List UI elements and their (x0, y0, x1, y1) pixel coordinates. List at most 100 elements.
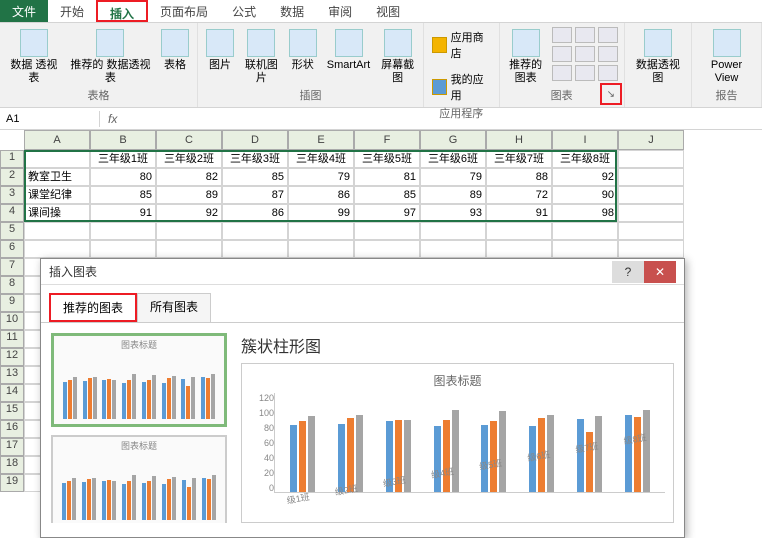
cell[interactable] (354, 222, 420, 240)
cell[interactable]: 82 (156, 168, 222, 186)
row-header[interactable]: 4 (0, 204, 24, 222)
radar-chart-icon[interactable] (598, 65, 618, 81)
cell[interactable]: 85 (90, 186, 156, 204)
row-header[interactable]: 14 (0, 384, 24, 402)
row-header[interactable]: 18 (0, 456, 24, 474)
combo-chart-icon[interactable] (575, 65, 595, 81)
row-header[interactable]: 17 (0, 438, 24, 456)
tab-home[interactable]: 开始 (48, 0, 96, 22)
cell[interactable] (24, 240, 90, 258)
cell[interactable] (618, 222, 684, 240)
name-box[interactable]: A1 (0, 111, 100, 127)
column-header[interactable]: B (90, 130, 156, 150)
cell[interactable] (420, 222, 486, 240)
cell[interactable]: 79 (288, 168, 354, 186)
cell[interactable]: 86 (288, 186, 354, 204)
tab-view[interactable]: 视图 (364, 0, 412, 22)
cell[interactable] (618, 204, 684, 222)
cell[interactable]: 91 (486, 204, 552, 222)
row-header[interactable]: 8 (0, 276, 24, 294)
table-button[interactable]: 表格 (159, 27, 191, 74)
row-header[interactable]: 15 (0, 402, 24, 420)
row-header[interactable]: 10 (0, 312, 24, 330)
cell[interactable]: 三年级6班 (420, 150, 486, 168)
cell[interactable]: 三年级7班 (486, 150, 552, 168)
cell[interactable]: 72 (486, 186, 552, 204)
cell[interactable] (618, 240, 684, 258)
cell[interactable]: 三年级2班 (156, 150, 222, 168)
fx-icon[interactable]: fx (100, 112, 125, 126)
tab-formula[interactable]: 公式 (220, 0, 268, 22)
cell[interactable] (90, 222, 156, 240)
line-chart-icon[interactable] (575, 27, 595, 43)
cell[interactable]: 79 (420, 168, 486, 186)
cell[interactable]: 课堂纪律 (24, 186, 90, 204)
cell[interactable]: 90 (552, 186, 618, 204)
column-header[interactable]: G (420, 130, 486, 150)
cell[interactable]: 85 (222, 168, 288, 186)
cell[interactable]: 86 (222, 204, 288, 222)
row-header[interactable]: 19 (0, 474, 24, 492)
tab-review[interactable]: 审阅 (316, 0, 364, 22)
cell[interactable] (618, 186, 684, 204)
cell[interactable]: 89 (156, 186, 222, 204)
cell[interactable] (156, 240, 222, 258)
cell[interactable] (222, 240, 288, 258)
cell[interactable] (552, 240, 618, 258)
cell[interactable]: 三年级1班 (90, 150, 156, 168)
pivot-table-button[interactable]: 数据 透视表 (6, 27, 62, 87)
power-view-button[interactable]: Power View (698, 27, 755, 87)
tab-file[interactable]: 文件 (0, 0, 48, 22)
cell[interactable]: 97 (354, 204, 420, 222)
cell[interactable]: 三年级8班 (552, 150, 618, 168)
tab-insert[interactable]: 插入 (96, 0, 148, 22)
column-header[interactable]: A (24, 130, 90, 150)
cell[interactable]: 80 (90, 168, 156, 186)
thumb-stacked-column[interactable]: 图表标题 (51, 435, 227, 523)
cell[interactable] (486, 222, 552, 240)
column-header[interactable]: H (486, 130, 552, 150)
dialog-tab-recommended[interactable]: 推荐的图表 (49, 293, 137, 322)
cell[interactable] (90, 240, 156, 258)
row-header[interactable]: 2 (0, 168, 24, 186)
recommend-chart-button[interactable]: 推荐的 图表 (506, 27, 546, 87)
row-header[interactable]: 11 (0, 330, 24, 348)
cell[interactable] (486, 240, 552, 258)
dialog-tab-all[interactable]: 所有图表 (137, 293, 211, 322)
cell[interactable] (24, 222, 90, 240)
screenshot-button[interactable]: 屏幕截图 (378, 27, 417, 87)
row-header[interactable]: 3 (0, 186, 24, 204)
cell[interactable]: 三年级5班 (354, 150, 420, 168)
column-header[interactable]: I (552, 130, 618, 150)
row-header[interactable]: 16 (0, 420, 24, 438)
cell[interactable]: 81 (354, 168, 420, 186)
cell[interactable] (288, 240, 354, 258)
cell[interactable]: 三年级4班 (288, 150, 354, 168)
shapes-button[interactable]: 形状 (287, 27, 319, 74)
row-header[interactable]: 12 (0, 348, 24, 366)
cell[interactable] (222, 222, 288, 240)
area-chart-icon[interactable] (575, 46, 595, 62)
dialog-help-button[interactable]: ? (612, 261, 644, 283)
row-header[interactable]: 9 (0, 294, 24, 312)
column-header[interactable]: J (618, 130, 684, 150)
app-store-button[interactable]: 应用商店 (430, 27, 493, 63)
cell[interactable] (156, 222, 222, 240)
cell[interactable]: 88 (486, 168, 552, 186)
thumb-clustered-column[interactable]: 图表标题 (51, 333, 227, 427)
cell[interactable]: 93 (420, 204, 486, 222)
column-header[interactable]: F (354, 130, 420, 150)
pie-chart-icon[interactable] (598, 27, 618, 43)
column-header[interactable]: C (156, 130, 222, 150)
column-header[interactable]: E (288, 130, 354, 150)
cell[interactable]: 三年级3班 (222, 150, 288, 168)
row-header[interactable]: 7 (0, 258, 24, 276)
cell[interactable] (354, 240, 420, 258)
cell[interactable]: 91 (90, 204, 156, 222)
cell[interactable] (552, 222, 618, 240)
my-apps-button[interactable]: 我的应用 (430, 69, 493, 105)
cell[interactable]: 99 (288, 204, 354, 222)
cell[interactable]: 85 (354, 186, 420, 204)
cell[interactable] (24, 150, 90, 168)
row-header[interactable]: 13 (0, 366, 24, 384)
